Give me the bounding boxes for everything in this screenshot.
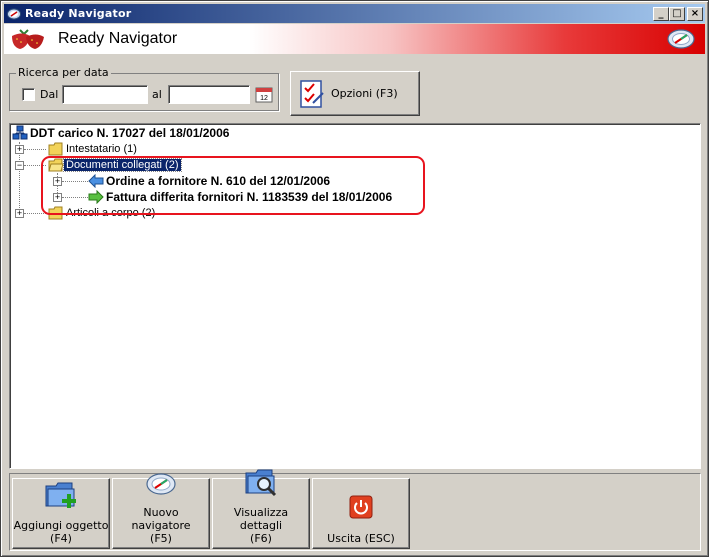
new-navigator-button[interactable]: Nuovo navigatore (F5) [112, 473, 210, 549]
power-icon [349, 495, 373, 522]
new-navigator-label: Nuovo navigatore [131, 506, 191, 532]
from-date-checkbox[interactable] [22, 88, 35, 101]
options-button-label: Opzioni (F3) [331, 87, 398, 100]
date-search-legend: Ricerca per data [16, 66, 111, 79]
window-title: Ready Navigator [25, 7, 132, 20]
expand-articoli-button[interactable]: + [15, 209, 24, 218]
header-banner: Ready Navigator [4, 24, 705, 54]
app-window: Ready Navigator _ □ × Ready Navigator Ri… [0, 0, 709, 557]
view-details-label: Visualizza dettagli [233, 506, 289, 532]
close-button[interactable]: × [687, 6, 703, 21]
compass-icon [667, 27, 695, 54]
exit-button[interactable]: Uscita (ESC) [312, 478, 410, 549]
view-details-shortcut: (F6) [250, 532, 272, 545]
title-bar[interactable]: Ready Navigator _ □ × [4, 4, 705, 23]
add-object-button[interactable]: Aggiungi oggetto (F4) [12, 478, 110, 549]
document-network-icon [12, 125, 28, 140]
folder-search-icon [244, 467, 278, 500]
exit-label: Uscita (ESC) [327, 532, 395, 545]
to-label: al [152, 88, 162, 101]
banner-title: Ready Navigator [58, 30, 178, 47]
calendar-icon[interactable]: 12 [254, 85, 274, 104]
maximize-button[interactable]: □ [669, 6, 685, 21]
options-button[interactable]: Opzioni (F3) [290, 71, 420, 116]
expand-intestatario-button[interactable]: + [15, 145, 24, 154]
add-object-shortcut: (F4) [50, 532, 72, 545]
from-label: Dal [40, 88, 59, 101]
folder-icon [48, 142, 63, 156]
date-search-group: Ricerca per data Dal al 12 [9, 66, 279, 111]
highlight-annotation [41, 156, 425, 215]
view-details-button[interactable]: Visualizza dettagli (F6) [212, 469, 310, 549]
add-folder-icon [44, 480, 78, 513]
from-date-input[interactable] [62, 85, 148, 104]
collapse-documenti-button[interactable]: − [15, 161, 24, 170]
strawberry-logo-icon [8, 27, 48, 51]
add-object-label: Aggiungi oggetto [13, 519, 109, 532]
checklist-icon [300, 79, 324, 108]
new-navigator-shortcut: (F5) [150, 532, 172, 545]
tree-root[interactable]: DDT carico N. 17027 del 18/01/2006 [12, 125, 231, 141]
app-compass-icon [6, 6, 22, 22]
svg-text:12: 12 [260, 95, 268, 102]
minimize-button[interactable]: _ [653, 6, 669, 21]
to-date-input[interactable] [168, 85, 250, 104]
compass-icon [145, 471, 177, 500]
tree-item-label: Intestatario (1) [66, 143, 137, 155]
tree-item-intestatario[interactable]: Intestatario (1) [48, 141, 139, 157]
tree-root-label: DDT carico N. 17027 del 18/01/2006 [30, 126, 230, 140]
